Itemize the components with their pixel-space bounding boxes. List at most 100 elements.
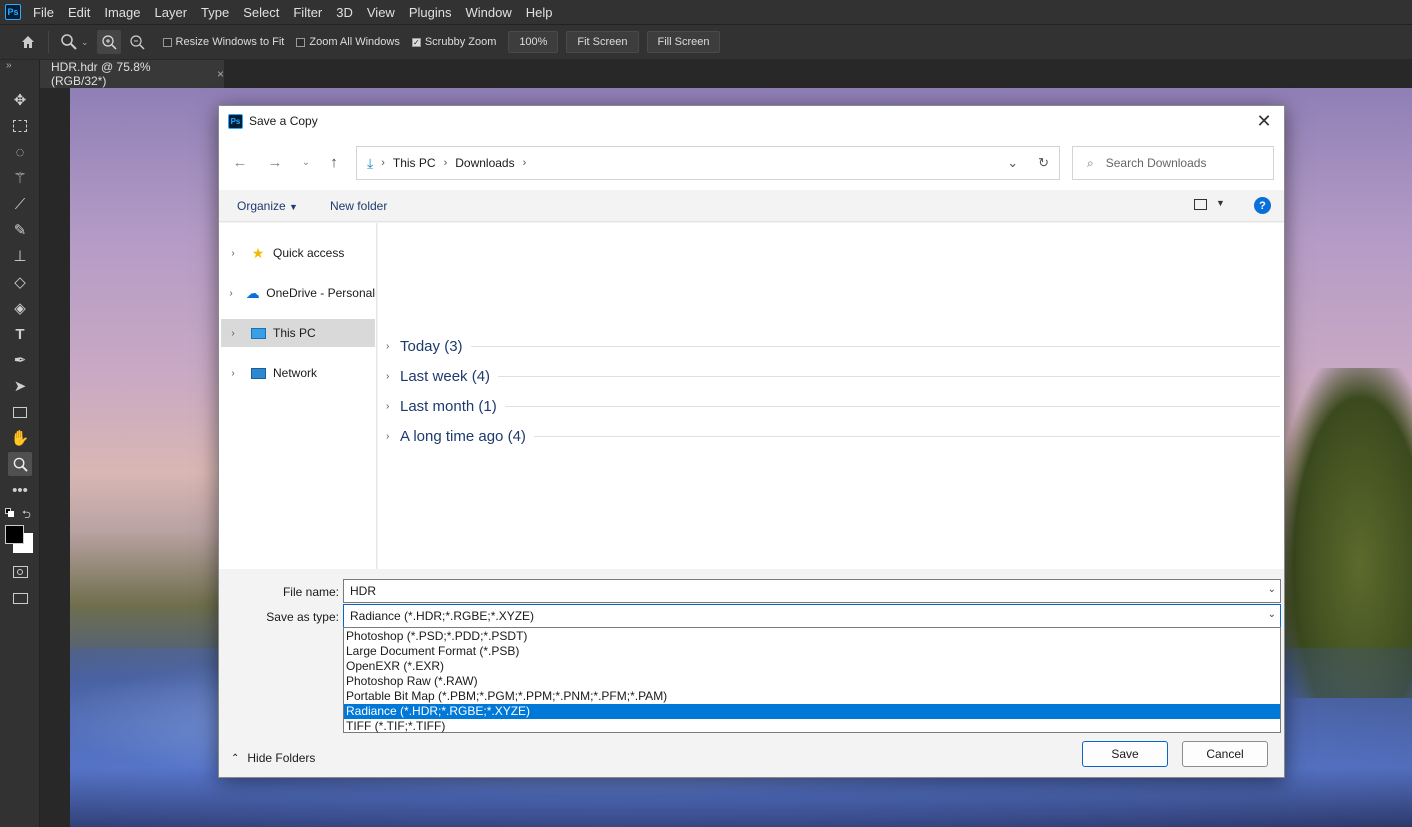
zoom-tool-icon[interactable] [8,452,32,476]
file-name-field[interactable]: HDR ⌄ [343,579,1281,603]
eyedropper-icon[interactable]: ⟋ [8,192,32,216]
home-icon[interactable] [16,30,40,54]
view-mode-icon[interactable] [1194,199,1207,210]
sidebar-item-label: Network [273,366,318,380]
hand-tool-icon[interactable]: ✋ [8,426,32,450]
quick-mask-icon[interactable] [8,560,32,584]
help-icon[interactable]: ? [1254,197,1271,214]
type-option-raw[interactable]: Photoshop Raw (*.RAW) [344,674,1280,689]
menu-plugins[interactable]: Plugins [409,5,452,20]
search-icon: ⌕ [1087,155,1094,170]
swap-colors-icon[interactable]: ⮌ [22,506,31,525]
zoom-tool-icon[interactable] [57,30,81,54]
breadcrumb-downloads[interactable]: Downloads [455,156,514,170]
menu-filter[interactable]: Filter [293,5,322,20]
paint-bucket-icon[interactable]: ◈ [8,296,32,320]
path-select-icon[interactable]: ➤ [8,374,32,398]
document-tab-title: HDR.hdr @ 75.8% (RGB/32*) [51,60,151,88]
group-long-time-ago[interactable]: › A long time ago (4) [386,425,1280,447]
chevron-down-icon[interactable]: ⌄ [1268,609,1276,620]
menu-3d[interactable]: 3D [336,5,353,20]
sidebar-item-this-pc[interactable]: › This PC [221,319,375,347]
pen-tool-icon[interactable]: ✒ [8,348,32,372]
rectangle-tool-icon[interactable] [8,400,32,424]
breadcrumb-this-pc[interactable]: This PC [393,156,436,170]
document-tab[interactable]: HDR.hdr @ 75.8% (RGB/32*) × [40,60,224,88]
eraser-tool-icon[interactable]: ◇ [8,270,32,294]
type-option-psb[interactable]: Large Document Format (*.PSB) [344,644,1280,659]
type-tool-icon[interactable]: T [8,322,32,346]
menu-window[interactable]: Window [465,5,511,20]
type-option-exr[interactable]: OpenEXR (*.EXR) [344,659,1280,674]
type-option-hdr[interactable]: Radiance (*.HDR;*.RGBE;*.XYZE) [344,704,1280,719]
navigation-row: ← → ⌄ ↑ ⤓ › This PC › Downloads › ⌄ ↻ ⌕ … [219,136,1284,190]
menu-edit[interactable]: Edit [68,5,90,20]
type-option-psd[interactable]: Photoshop (*.PSD;*.PDD;*.PSDT) [344,629,1280,644]
zoom-percent-input[interactable]: 100% [508,31,559,53]
move-tool-icon[interactable]: ✥ [8,88,32,112]
screen-mode-icon[interactable] [8,586,32,610]
chevron-right-icon: › [381,157,385,169]
sidebar-item-network[interactable]: › Network [221,359,375,387]
zoom-all-windows-checkbox[interactable]: Zoom All Windows [296,36,400,48]
chevron-right-icon[interactable]: › [221,328,245,339]
resize-windows-checkbox[interactable]: Resize Windows to Fit [162,36,284,48]
chevron-right-icon[interactable]: › [221,368,245,379]
chevron-down-icon[interactable]: ▼ [1216,198,1225,208]
stamp-tool-icon[interactable]: ⊥ [8,244,32,268]
group-today[interactable]: › Today (3) [386,335,1280,357]
chevron-down-icon[interactable]: ⌄ [1007,155,1018,171]
cancel-button[interactable]: Cancel [1182,741,1268,767]
save-options-pane: File name: HDR ⌄ Save as type: Radiance … [219,569,1284,777]
magic-wand-icon[interactable]: ⚚ [8,166,32,190]
back-arrow-icon[interactable]: ← [229,151,251,173]
up-arrow-icon[interactable]: ↑ [323,151,345,173]
new-folder-button[interactable]: New folder [330,199,387,213]
menu-image[interactable]: Image [104,5,140,20]
menu-type[interactable]: Type [201,5,229,20]
zoom-in-icon[interactable] [96,30,121,54]
sidebar-item-quick-access[interactable]: › ★ Quick access [221,239,375,267]
scrubby-zoom-checkbox[interactable]: ✓ Scrubby Zoom [411,36,496,48]
type-option-tiff[interactable]: TIFF (*.TIF;*.TIFF) [344,719,1280,734]
menu-select[interactable]: Select [243,5,279,20]
default-colors-icon[interactable] [5,508,15,518]
menu-file[interactable]: File [33,5,54,20]
marquee-tool-icon[interactable] [8,114,32,138]
organize-button[interactable]: Organize ▼ [237,199,298,213]
type-option-pbm[interactable]: Portable Bit Map (*.PBM;*.PGM;*.PPM;*.PN… [344,689,1280,704]
more-tools-icon[interactable]: ••• [8,478,32,502]
chevron-right-icon: › [443,157,448,169]
address-bar[interactable]: ⤓ › This PC › Downloads › ⌄ ↻ [356,146,1060,180]
foreground-color-swatch[interactable] [5,525,24,544]
brush-tool-icon[interactable]: ✎ [8,218,32,242]
fit-screen-button[interactable]: Fit Screen [566,31,639,53]
refresh-icon[interactable]: ↻ [1038,155,1049,171]
search-box[interactable]: ⌕ Search Downloads [1072,146,1274,180]
chevron-down-icon[interactable]: ⌄ [1268,584,1276,595]
zoom-out-icon[interactable] [125,30,149,54]
recent-locations-icon[interactable]: ⌄ [295,151,317,173]
chevron-right-icon[interactable]: › [221,288,241,299]
forward-arrow-icon[interactable]: → [264,151,286,173]
group-last-week[interactable]: › Last week (4) [386,365,1280,387]
checkmark-icon: ✓ [411,37,421,47]
chevron-down-icon[interactable]: ⌄ [81,37,89,48]
close-icon[interactable]: ✕ [1254,111,1274,131]
close-icon[interactable]: × [217,67,224,81]
fill-screen-button[interactable]: Fill Screen [646,31,721,53]
chevron-right-icon[interactable]: › [221,248,245,259]
chevron-right-icon: › [386,430,390,442]
sidebar-item-onedrive[interactable]: › ☁ OneDrive - Personal [221,279,375,307]
save-button[interactable]: Save [1082,741,1168,767]
menu-layer[interactable]: Layer [155,5,188,20]
options-bar: ⌄ Resize Windows to Fit Zoom All Windows… [0,24,1412,59]
lasso-tool-icon[interactable]: ◌ [8,140,32,164]
save-as-type-select[interactable]: Radiance (*.HDR;*.RGBE;*.XYZE) ⌄ [343,604,1281,628]
group-last-month[interactable]: › Last month (1) [386,395,1280,417]
organize-label: Organize [237,198,286,213]
hide-folders-button[interactable]: ⌃ Hide Folders [231,751,315,765]
menu-view[interactable]: View [367,5,395,20]
menu-help[interactable]: Help [526,5,553,20]
collapse-chevron-icon[interactable]: » [6,60,12,71]
